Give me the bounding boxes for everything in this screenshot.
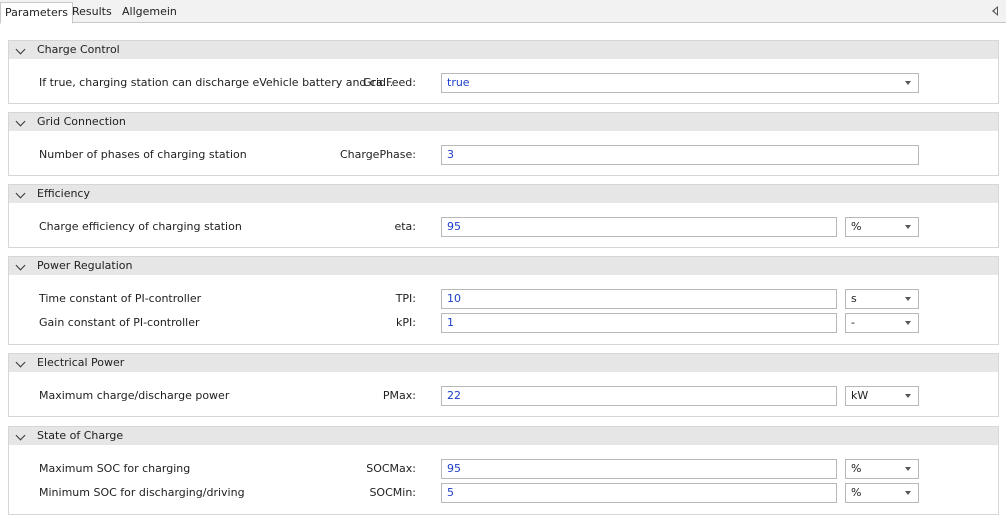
chevron-down-icon[interactable]: [15, 260, 26, 271]
param-name: eta:: [394, 220, 416, 233]
unit-value: %: [851, 486, 862, 499]
gridfeed-value: true: [447, 76, 470, 89]
group-header[interactable]: Power Regulation: [9, 257, 998, 275]
caret-down-icon[interactable]: [905, 225, 911, 229]
param-row-pmax: Maximum charge/discharge power PMax: 22 …: [9, 385, 998, 407]
tab-parameters[interactable]: Parameters: [0, 2, 73, 24]
unit-value: kW: [851, 389, 869, 402]
unit-value: -: [851, 316, 855, 329]
socmin-input[interactable]: 5: [441, 483, 837, 503]
group-charge-control: Charge Control If true, charging station…: [8, 40, 999, 104]
param-row-eta: Charge efficiency of charging station et…: [9, 216, 998, 238]
gridfeed-dropdown[interactable]: true: [441, 73, 919, 93]
param-name: GridFeed:: [362, 76, 416, 89]
chevron-down-icon[interactable]: [15, 188, 26, 199]
eta-unit-dropdown[interactable]: %: [845, 217, 919, 237]
param-row-socmax: Maximum SOC for charging SOCMax: 95 %: [9, 458, 998, 480]
group-efficiency: Efficiency Charge efficiency of charging…: [8, 184, 999, 248]
param-description: Number of phases of charging station: [39, 148, 247, 161]
chargephase-input[interactable]: 3: [441, 145, 919, 165]
pmax-unit-dropdown[interactable]: kW: [845, 386, 919, 406]
pmax-value: 22: [447, 389, 461, 402]
param-row-socmin: Minimum SOC for discharging/driving SOCM…: [9, 482, 998, 504]
param-description: If true, charging station can discharge …: [39, 76, 394, 89]
group-power-regulation: Power Regulation Time constant of PI-con…: [8, 256, 999, 345]
group-title: Charge Control: [37, 43, 120, 56]
eta-value: 95: [447, 220, 461, 233]
caret-down-icon[interactable]: [905, 394, 911, 398]
group-header[interactable]: Efficiency: [9, 185, 998, 203]
tab-allgemein[interactable]: Allgemein: [118, 2, 181, 23]
chevron-down-icon[interactable]: [15, 430, 26, 441]
param-name: ChargePhase:: [339, 148, 416, 161]
group-header[interactable]: Electrical Power: [9, 354, 998, 372]
tab-bar: Parameters Results Allgemein: [0, 0, 1006, 24]
tpi-input[interactable]: 10: [441, 289, 837, 309]
param-description: Minimum SOC for discharging/driving: [39, 486, 245, 499]
kpi-input[interactable]: 1: [441, 313, 837, 333]
group-grid-connection: Grid Connection Number of phases of char…: [8, 112, 999, 176]
caret-down-icon[interactable]: [905, 491, 911, 495]
param-row-kpi: Gain constant of PI-controller kPI: 1 -: [9, 312, 998, 334]
caret-down-icon[interactable]: [905, 467, 911, 471]
tpi-unit-dropdown[interactable]: s: [845, 289, 919, 309]
param-row-tpi: Time constant of PI-controller TPI: 10 s: [9, 288, 998, 310]
tpi-value: 10: [447, 292, 461, 305]
group-title: State of Charge: [37, 429, 124, 442]
param-description: Maximum charge/discharge power: [39, 389, 230, 402]
param-name: PMax:: [382, 389, 416, 402]
group-title: Power Regulation: [37, 259, 133, 272]
eta-input[interactable]: 95: [441, 217, 837, 237]
socmax-value: 95: [447, 462, 461, 475]
param-description: Charge efficiency of charging station: [39, 220, 242, 233]
param-description: Maximum SOC for charging: [39, 462, 191, 475]
socmin-value: 5: [447, 486, 454, 499]
kpi-value: 1: [447, 316, 454, 329]
chevron-down-icon[interactable]: [15, 44, 26, 55]
caret-down-icon[interactable]: [905, 321, 911, 325]
param-name: kPI:: [396, 316, 416, 329]
socmin-unit-dropdown[interactable]: %: [845, 483, 919, 503]
group-header[interactable]: Charge Control: [9, 41, 998, 59]
param-name: TPI:: [395, 292, 416, 305]
panel-collapse-icon[interactable]: [992, 6, 998, 16]
group-header[interactable]: State of Charge: [9, 427, 998, 445]
param-description: Gain constant of PI-controller: [39, 316, 200, 329]
group-title: Grid Connection: [37, 115, 126, 128]
param-name: SOCMax:: [366, 462, 416, 475]
group-title: Electrical Power: [37, 356, 125, 369]
caret-down-icon[interactable]: [905, 297, 911, 301]
unit-value: %: [851, 462, 862, 475]
caret-down-icon[interactable]: [905, 81, 911, 85]
param-row-chargephase: Number of phases of charging station Cha…: [9, 144, 998, 166]
tab-results[interactable]: Results: [68, 2, 116, 23]
socmax-unit-dropdown[interactable]: %: [845, 459, 919, 479]
group-header[interactable]: Grid Connection: [9, 113, 998, 131]
pmax-input[interactable]: 22: [441, 386, 837, 406]
socmax-input[interactable]: 95: [441, 459, 837, 479]
param-description: Time constant of PI-controller: [39, 292, 202, 305]
group-electrical-power: Electrical Power Maximum charge/discharg…: [8, 353, 999, 417]
chargephase-value: 3: [447, 148, 454, 161]
unit-value: %: [851, 220, 862, 233]
kpi-unit-dropdown[interactable]: -: [845, 313, 919, 333]
param-row-gridfeed: If true, charging station can discharge …: [9, 72, 998, 94]
unit-value: s: [851, 292, 857, 305]
chevron-down-icon[interactable]: [15, 116, 26, 127]
group-title: Efficiency: [37, 187, 90, 200]
param-name: SOCMin:: [369, 486, 416, 499]
chevron-down-icon[interactable]: [15, 357, 26, 368]
group-state-of-charge: State of Charge Maximum SOC for charging…: [8, 426, 999, 515]
